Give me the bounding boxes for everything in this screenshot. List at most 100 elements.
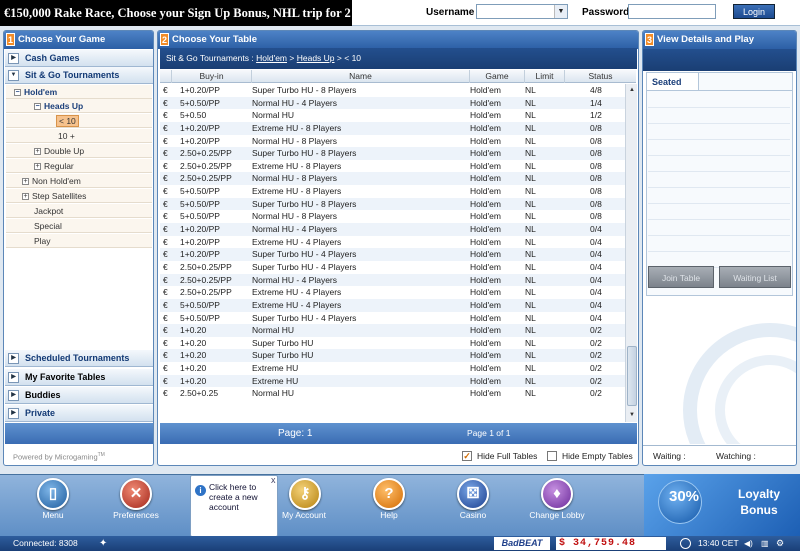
breadcrumb-headsup-link[interactable]: Heads Up [297, 53, 335, 63]
table-row[interactable]: €2.50+0.25/PP Normal HU - 8 Players Hold'e… [160, 172, 625, 186]
seat-row-line [648, 139, 790, 140]
tree-holdem[interactable]: − Hold'em [6, 85, 152, 99]
scroll-thumb[interactable] [627, 346, 637, 406]
preferences-button-label[interactable]: Preferences [96, 510, 176, 520]
close-icon[interactable]: x [271, 475, 276, 485]
waiting-list-button[interactable]: Waiting List [719, 266, 791, 288]
table-row[interactable]: €1+0.20/PP Extreme HU - 8 Players Hold'em N… [160, 121, 625, 135]
row-buyin: 1+0.20 [180, 363, 207, 374]
username-field[interactable]: ▼ [476, 4, 568, 19]
network-icon[interactable]: ▥ [761, 536, 769, 551]
row-game: Hold'em [470, 249, 501, 260]
settings-icon[interactable]: ⚙ [776, 536, 784, 551]
table-row[interactable]: €1+0.20/PP Normal HU - 8 Players Hold'em NL… [160, 135, 625, 148]
table-row[interactable]: €5+0.50/PP Normal HU - 4 Players Hold'em NL… [160, 96, 625, 110]
change-lobby-icon[interactable]: ♦ [541, 478, 573, 510]
tree-regular[interactable]: + Regular [6, 159, 152, 173]
table-row[interactable]: €1+0.20 Extreme HU Hold'em NL 0/2 [160, 362, 625, 375]
menu-button-label[interactable]: Menu [13, 510, 93, 520]
table-row[interactable]: €1+0.20 Super Turbo HU Hold'em NL 0/2 [160, 337, 625, 350]
col-name[interactable]: Name [252, 70, 470, 83]
col-status[interactable]: Status [565, 70, 636, 83]
loyalty-promo[interactable]: 30% Loyalty Bonus [644, 474, 800, 536]
row-name: Extreme HU - 4 Players [252, 287, 342, 298]
row-status: 1/2 [590, 110, 602, 121]
table-row[interactable]: €5+0.50/PP Super Turbo HU - 4 Players Hold… [160, 312, 625, 325]
menu-scheduled[interactable]: ▶ Scheduled Tournaments [5, 350, 153, 367]
help-icon[interactable]: ? [373, 478, 405, 510]
login-button[interactable]: Login [733, 4, 775, 19]
table-row[interactable]: €1+0.20/PP Normal HU - 4 Players Hold'em NL… [160, 223, 625, 236]
password-field[interactable] [628, 4, 716, 19]
table-row[interactable]: €1+0.20 Normal HU Hold'em NL 0/2 [160, 324, 625, 337]
tree-heads-up[interactable]: − Heads Up [6, 99, 152, 113]
breadcrumb-holdem-link[interactable]: Hold'em [256, 53, 287, 63]
my-account-button-label[interactable]: My Account [264, 510, 344, 520]
scroll-down-icon[interactable]: ▼ [627, 410, 637, 420]
row-name: Super Turbo HU [252, 350, 314, 361]
table-row[interactable]: €2.50+0.25/PP Extreme HU - 4 Players Hold'… [160, 286, 625, 299]
tree-step-satellites[interactable]: + Step Satellites [6, 189, 152, 203]
col-limit[interactable]: Limit [525, 70, 565, 83]
menu-private[interactable]: ▶ Private [5, 405, 153, 422]
hide-full-checkbox[interactable]: ✓ [462, 451, 472, 461]
row-game: Hold'em [470, 287, 501, 298]
col-buyin[interactable]: Buy-in [172, 70, 252, 83]
tree-jackpot[interactable]: Jackpot [6, 204, 152, 218]
table-row[interactable]: €5+0.50/PP Super Turbo HU - 8 Players Hold… [160, 197, 625, 211]
menu-buddies[interactable]: ▶ Buddies [5, 387, 153, 404]
menu-cash-games[interactable]: ▶ Cash Games [5, 50, 153, 67]
row-name: Super Turbo HU - 4 Players [252, 249, 357, 260]
sound-icon[interactable]: ◀) [744, 536, 753, 551]
table-row[interactable]: €1+0.20 Extreme HU Hold'em NL 0/2 [160, 374, 625, 388]
change-lobby-button-label[interactable]: Change Lobby [517, 510, 597, 520]
row-buyin: 2.50+0.25/PP [180, 287, 232, 298]
menu-sng[interactable]: ▼ Sit & Go Tournaments [5, 67, 153, 84]
new-account-tooltip[interactable]: i Click here to create a new account x [190, 475, 278, 537]
triangle-right-icon: ▶ [8, 53, 19, 64]
help-button-label[interactable]: Help [349, 510, 429, 520]
promo-ticker[interactable]: €150,000 Rake Race, Choose your Sign Up … [0, 0, 352, 26]
table-row[interactable]: €1+0.20/PP Super Turbo HU - 8 Players Hold… [160, 84, 625, 97]
menu-icon[interactable]: ▯ [37, 478, 69, 510]
casino-button-label[interactable]: Casino [433, 510, 513, 520]
plus-icon: + [34, 163, 41, 171]
hide-empty-checkbox[interactable] [547, 451, 557, 461]
table-row[interactable]: €2.50+0.25/PP Super Turbo HU - 4 Players H… [160, 261, 625, 274]
chevron-down-icon[interactable]: ▼ [554, 5, 567, 18]
pin-icon[interactable]: ✦ [99, 536, 107, 551]
menu-favorites[interactable]: ▶ My Favorite Tables [5, 369, 153, 386]
tree-special[interactable]: Special [6, 219, 152, 233]
tree-play[interactable]: Play [6, 234, 152, 248]
scroll-up-icon[interactable]: ▲ [627, 85, 637, 95]
table-row[interactable]: €1+0.20 Super Turbo HU Hold'em NL 0/2 [160, 349, 625, 363]
col-game[interactable]: Game [470, 70, 525, 83]
vertical-scrollbar[interactable]: ▲ ▼ [625, 84, 637, 422]
table-row[interactable]: €2.50+0.25/PP Extreme HU - 8 Players Hold'… [160, 160, 625, 173]
col-currency[interactable] [160, 70, 172, 83]
tree-double-up[interactable]: + Double Up [6, 144, 152, 158]
row-name: Extreme HU - 8 Players [252, 186, 342, 197]
wrench-icon[interactable]: ✕ [120, 478, 152, 510]
tree-10plus[interactable]: 10 + [6, 129, 152, 143]
dice-icon[interactable]: ⚄ [457, 478, 489, 510]
table-row[interactable]: €1+0.20/PP Extreme HU - 4 Players Hold'em N… [160, 236, 625, 249]
tree-lt10[interactable]: < 10 [6, 114, 152, 128]
row-status: 0/8 [590, 186, 602, 197]
table-row[interactable]: €2.50+0.25/PP Normal HU - 4 Players Hold'e… [160, 273, 625, 287]
table-row[interactable]: €5+0.50/PP Normal HU - 8 Players Hold'em NL… [160, 210, 625, 223]
join-table-button[interactable]: Join Table [648, 266, 714, 288]
table-row[interactable]: €1+0.20/PP Super Turbo HU - 4 Players Hold… [160, 248, 625, 261]
table-row[interactable]: €5+0.50 Normal HU Hold'em NL 1/2 [160, 109, 625, 122]
table-row[interactable]: €2.50+0.25/PP Super Turbo HU - 8 Players H… [160, 147, 625, 160]
row-name: Extreme HU - 4 Players [252, 299, 342, 310]
row-status: 0/2 [590, 337, 602, 348]
tree-non-holdem[interactable]: + Non Hold'em [6, 174, 152, 188]
row-status: 0/2 [590, 375, 602, 386]
key-icon[interactable]: ⚷ [289, 478, 321, 510]
tab-seated[interactable]: Seated [646, 72, 699, 90]
table-row[interactable]: €5+0.50/PP Extreme HU - 8 Players Hold'em N… [160, 185, 625, 198]
row-currency: € [163, 85, 168, 95]
table-row[interactable]: €5+0.50/PP Extreme HU - 4 Players Hold'em N… [160, 298, 625, 312]
table-row[interactable]: €2.50+0.25 Normal HU Hold'em NL 0/2 [160, 387, 625, 400]
